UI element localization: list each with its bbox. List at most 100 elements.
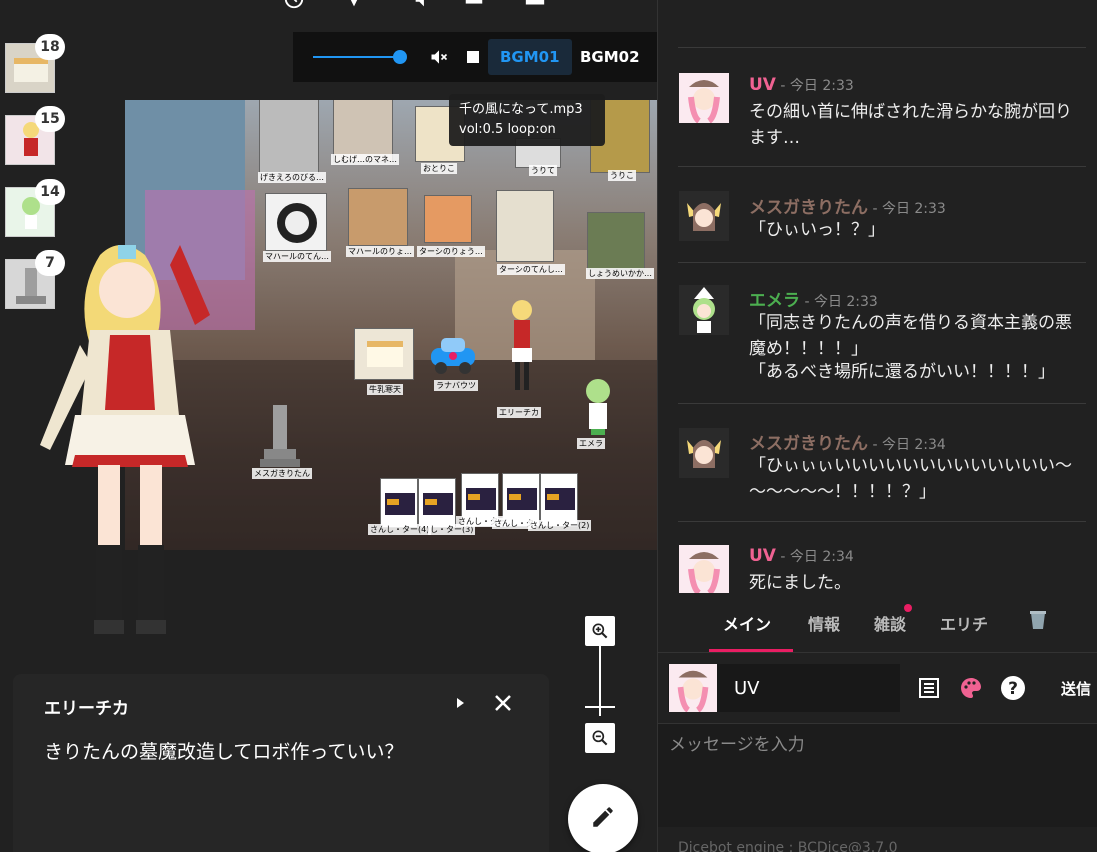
map-piece-label: うりこ [608, 170, 636, 181]
map-piece[interactable] [265, 193, 327, 251]
tab-info[interactable]: 情報 [808, 611, 840, 635]
avatar [679, 428, 729, 478]
tab-chat[interactable]: 雑談 [874, 611, 906, 635]
map-piece-label: ラナバウツ [434, 380, 478, 391]
bgm-tab-01[interactable]: BGM01 [488, 39, 572, 75]
message-sender: UV - 今日 2:33 [749, 75, 854, 95]
message-divider [678, 47, 1086, 48]
edit-icon [590, 804, 616, 834]
stop-icon[interactable] [467, 51, 479, 63]
map-piece-emera[interactable] [580, 375, 616, 437]
volume-icon[interactable] [412, 0, 434, 10]
palette-icon[interactable] [959, 676, 983, 704]
volume-slider-track[interactable] [313, 56, 399, 58]
stack-count-badge: 14 [35, 179, 65, 205]
message-sender: メスガきりたん - 今日 2:33 [749, 193, 946, 218]
map-piece-sanshi-4[interactable] [380, 478, 418, 528]
map-piece[interactable] [354, 328, 414, 380]
close-icon[interactable] [492, 692, 514, 714]
list-icon[interactable] [917, 676, 941, 704]
tooltip-filename: 千の風になって.mp3 [459, 102, 583, 117]
bgm-tooltip: 千の風になって.mp3 vol:0.5 loop:on [449, 94, 605, 146]
avatar [679, 285, 729, 335]
character-name: UV [734, 678, 760, 699]
message-time: - 今日 2:33 [800, 294, 878, 310]
trash-icon[interactable] [1028, 609, 1048, 635]
map-piece-label: 牛乳寒天 [367, 384, 403, 395]
app-root: 18 15 14 7 げきえろのびる… しむげ…のマネ… おとりこ うりて うり… [0, 0, 1097, 852]
dialog-speaker: エリーチカ [44, 699, 129, 719]
tab-elichi[interactable]: エリチ [940, 611, 988, 635]
dicebot-engine-label: Dicebot engine : BCDice@3.7.0 [678, 840, 898, 852]
zoom-out-icon[interactable] [585, 723, 615, 753]
bgm-bar: BGM01 BGM02 [293, 32, 657, 82]
map-piece[interactable] [496, 190, 554, 262]
avatar [679, 73, 729, 123]
message-body: 「あるべき場所に還るがいい！！！！」 [749, 362, 1055, 382]
message-sender: エメラ - 今日 2:33 [749, 286, 878, 311]
map-piece-label: メスガきりたん [252, 468, 312, 479]
send-button[interactable]: 送信 [1061, 678, 1091, 699]
map-piece-sanshi-2[interactable] [540, 473, 578, 527]
svg-text:?: ? [1008, 679, 1018, 699]
map-piece-label: マハールのてん… [263, 251, 331, 262]
zoom-slider-handle[interactable] [585, 706, 615, 708]
history-icon[interactable] [283, 0, 305, 10]
map-piece-elichika[interactable] [502, 296, 542, 396]
mute-icon[interactable] [429, 47, 449, 67]
unread-dot [904, 604, 912, 612]
avatar [669, 664, 717, 712]
message-divider [678, 403, 1086, 404]
sender-name: メスガきりたん [749, 198, 868, 218]
edit-fab-button[interactable] [568, 784, 638, 852]
message-time: - 今日 2:34 [868, 437, 946, 453]
map-piece-label: おとりこ [421, 163, 457, 174]
copy-icon[interactable] [463, 0, 485, 10]
play-icon[interactable] [449, 692, 471, 714]
map-piece-label: エリーチカ [497, 407, 541, 418]
record-icon[interactable] [583, 0, 625, 14]
map-piece-label: うりて [529, 165, 557, 176]
map-piece[interactable] [424, 195, 472, 243]
message-time: - 今日 2:33 [775, 78, 854, 94]
dice-icon[interactable] [343, 0, 365, 10]
message-divider [678, 166, 1086, 167]
avatar [679, 191, 729, 241]
message-sender: UV - 今日 2:34 [749, 546, 854, 566]
message-placeholder: メッセージを入力 [669, 735, 805, 755]
character-name-field[interactable]: UV [668, 664, 900, 712]
standing-character-elichika [30, 235, 220, 645]
map-piece[interactable] [333, 100, 393, 162]
message-body: その細い首に伸ばされた滑らかな腕が回ります… [749, 102, 1072, 148]
map-piece-label: しょうめいかか… [586, 268, 654, 279]
map-piece-label: さんし・ター(4) [368, 524, 432, 535]
sender-name: UV [749, 75, 776, 95]
bgm-tab-02[interactable]: BGM02 [568, 39, 652, 75]
dialog-box: エリーチカ きりたんの墓魔改造してロボ作っていい？ [13, 674, 549, 852]
message-time: - 今日 2:34 [775, 549, 854, 565]
map-piece[interactable] [587, 212, 645, 270]
window-icon[interactable] [524, 0, 546, 10]
chat-panel: UV - 今日 2:33 その細い首に伸ばされた滑らかな腕が回ります… メスガき… [657, 0, 1097, 852]
dialog-text: きりたんの墓魔改造してロボ作っていい？ [44, 741, 404, 763]
volume-slider-thumb[interactable] [393, 50, 408, 64]
message-divider [678, 262, 1086, 263]
map-piece-car[interactable] [425, 332, 481, 378]
sender-name: UV [749, 546, 776, 566]
tab-main[interactable]: メイン [723, 611, 771, 635]
message-sender: メスガきりたん - 今日 2:34 [749, 429, 946, 454]
stack-count-badge: 15 [35, 106, 65, 132]
map-piece-label: ターシのりょう… [417, 246, 485, 257]
sender-name: エメラ [749, 291, 800, 311]
map-piece-grave[interactable] [260, 405, 300, 467]
message-input[interactable]: メッセージを入力 [658, 723, 1097, 827]
map-piece[interactable] [348, 188, 408, 246]
map-piece-label: マハールのりょ… [346, 246, 414, 257]
map-piece[interactable] [259, 100, 319, 174]
menu-icon[interactable] [1072, 0, 1088, 8]
help-icon[interactable]: ? [1000, 675, 1026, 705]
map-piece-sanshi-3[interactable] [418, 478, 456, 528]
active-tab-indicator [709, 649, 793, 652]
map-piece-label: エメラ [577, 438, 605, 449]
zoom-in-icon[interactable] [585, 616, 615, 646]
